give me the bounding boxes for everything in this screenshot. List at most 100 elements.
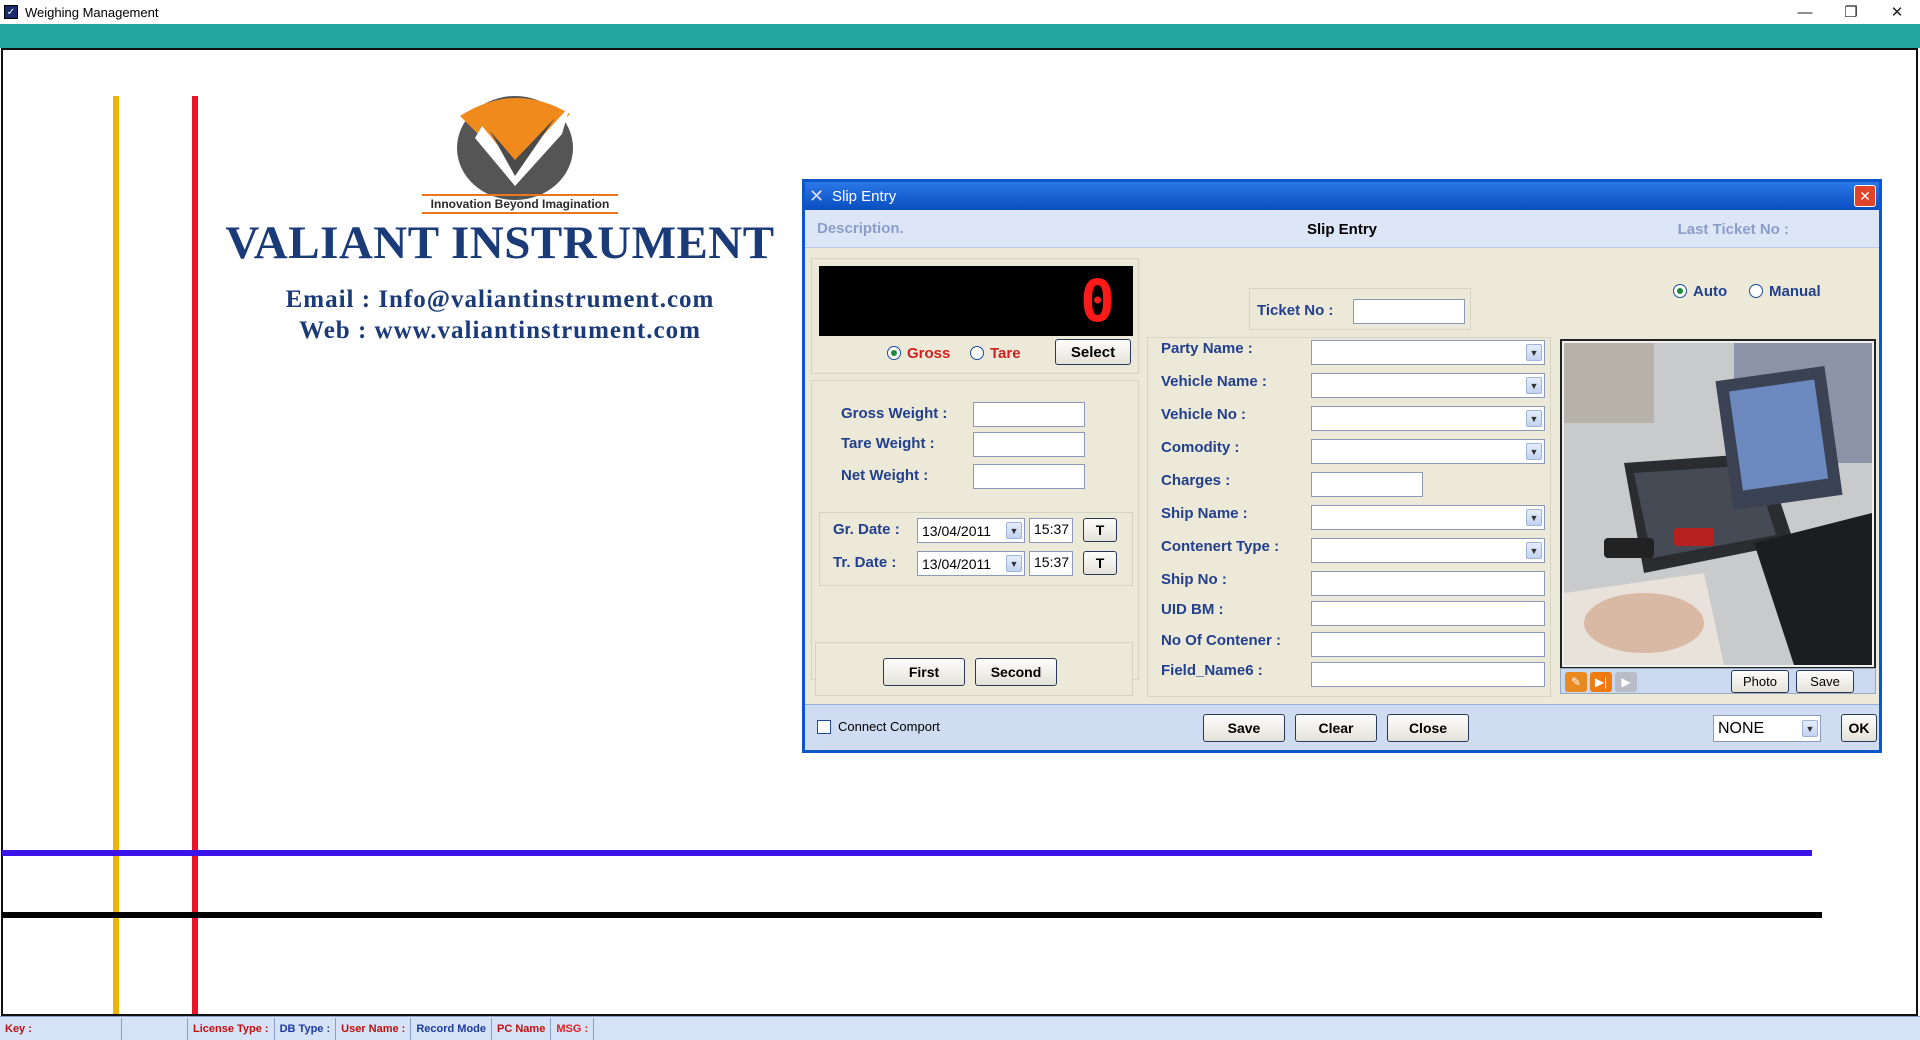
window-controls: — ❐ ✕	[1782, 0, 1920, 24]
camera-image	[1564, 343, 1872, 665]
gross-radio-label: Gross	[907, 345, 951, 362]
ship-name-label: Ship Name :	[1161, 505, 1248, 522]
ship-name-combo[interactable]: ▼	[1311, 505, 1545, 530]
manual-radio-label: Manual	[1769, 283, 1821, 300]
tr-time-input[interactable]: 15:37	[1029, 551, 1073, 576]
tr-time-set-button[interactable]: T	[1083, 551, 1117, 575]
comodity-combo[interactable]: ▼	[1311, 439, 1545, 464]
dialog-title: Slip Entry	[832, 187, 897, 205]
close-icon[interactable]: ✕	[1874, 0, 1920, 24]
net-weight-label: Net Weight :	[841, 467, 929, 484]
status-bar: Key : License Type : DB Type : User Name…	[0, 1016, 1920, 1040]
gr-date-picker[interactable]: 13/04/2011 ▼	[917, 518, 1025, 543]
gross-weight-label: Gross Weight :	[841, 405, 948, 422]
red-line	[192, 96, 198, 1014]
tare-radio[interactable]	[970, 346, 984, 360]
save-button[interactable]: Save	[1203, 714, 1285, 742]
dialog-header: Description. Slip Entry Last Ticket No :	[805, 210, 1879, 248]
print-option-value: NONE	[1718, 720, 1765, 737]
vehicle-no-label: Vehicle No :	[1161, 406, 1247, 423]
auto-radio-label: Auto	[1693, 283, 1728, 300]
chevron-down-icon: ▼	[1526, 344, 1542, 361]
minimize-icon[interactable]: —	[1782, 0, 1828, 24]
vehicle-no-combo[interactable]: ▼	[1311, 406, 1545, 431]
status-record-mode: Record Mode	[411, 1017, 493, 1040]
status-db-type: DB Type :	[275, 1017, 337, 1040]
uid-bm-input[interactable]	[1311, 601, 1545, 626]
chevron-down-icon: ▼	[1526, 377, 1542, 394]
close-button[interactable]: Close	[1387, 714, 1469, 742]
tare-weight-input[interactable]	[973, 432, 1085, 457]
tare-radio-label: Tare	[990, 345, 1021, 362]
gross-weight-input[interactable]	[973, 402, 1085, 427]
chevron-down-icon: ▼	[1006, 522, 1022, 539]
restore-icon[interactable]: ❐	[1828, 0, 1874, 24]
photo-button[interactable]: Photo	[1731, 670, 1789, 693]
chevron-down-icon: ▼	[1526, 509, 1542, 526]
gr-date-value: 13/04/2011	[922, 523, 992, 539]
app-window: ✓ Weighing Management — ❐ ✕ Innovation B…	[0, 0, 1920, 1040]
tagline: Innovation Beyond Imagination	[422, 194, 618, 214]
dialog-footer: Connect Comport Save Clear Close NONE ▼ …	[805, 704, 1879, 750]
charges-label: Charges :	[1161, 472, 1231, 489]
contenert-type-combo[interactable]: ▼	[1311, 538, 1545, 563]
auto-radio[interactable]	[1673, 284, 1687, 298]
charges-input[interactable]	[1311, 472, 1423, 497]
connect-comport-checkbox[interactable]	[817, 720, 831, 734]
tr-date-picker[interactable]: 13/04/2011 ▼	[917, 551, 1025, 576]
app-icon: ✓	[4, 5, 18, 19]
contact-web: Web : www.valiantinstrument.com	[299, 317, 701, 344]
net-weight-input[interactable]	[973, 464, 1085, 489]
second-weigh-button[interactable]: Second	[975, 658, 1057, 686]
close-icon: ✕	[1859, 187, 1871, 204]
chevron-down-icon: ▼	[1802, 720, 1818, 737]
ship-no-input[interactable]	[1311, 571, 1545, 596]
gr-time-set-button[interactable]: T	[1083, 518, 1117, 542]
gr-time-input[interactable]: 15:37	[1029, 518, 1073, 543]
vehicle-name-label: Vehicle Name :	[1161, 373, 1267, 390]
next-icon[interactable]: ▶|	[1590, 672, 1612, 692]
ok-button[interactable]: OK	[1841, 714, 1877, 742]
tare-weight-label: Tare Weight :	[841, 435, 935, 452]
dialog-title-bar: ✕ Slip Entry ✕	[805, 182, 1879, 210]
connect-comport-label: Connect Comport	[838, 719, 940, 734]
window-title: Weighing Management	[25, 4, 159, 20]
vehicle-name-combo[interactable]: ▼	[1311, 373, 1545, 398]
status-key: Key :	[0, 1017, 122, 1040]
party-name-combo[interactable]: ▼	[1311, 340, 1545, 365]
print-option-combo[interactable]: NONE ▼	[1713, 715, 1821, 742]
status-user-name: User Name :	[336, 1017, 412, 1040]
ticket-no-input[interactable]	[1353, 299, 1465, 324]
dialog-icon: ✕	[809, 185, 825, 206]
no-of-contener-input[interactable]	[1311, 632, 1545, 657]
camera-preview	[1560, 339, 1876, 669]
status-spacer	[122, 1017, 188, 1040]
company-name: VALIANT INSTRUMENT	[225, 217, 775, 269]
menu-strip	[0, 24, 1920, 48]
no-of-contener-label: No Of Contener :	[1161, 632, 1281, 649]
first-weigh-button[interactable]: First	[883, 658, 965, 686]
gr-date-label: Gr. Date :	[833, 521, 900, 538]
dialog-close-button[interactable]: ✕	[1854, 185, 1876, 207]
weight-display-value: 0	[1080, 267, 1115, 335]
tr-date-value: 13/04/2011	[922, 556, 992, 572]
ticket-no-label: Ticket No :	[1257, 302, 1334, 319]
yellow-line	[113, 96, 119, 1014]
wrench-icon[interactable]: ✎	[1565, 672, 1587, 692]
status-pc-name: PC Name	[492, 1017, 552, 1040]
manual-radio[interactable]	[1749, 284, 1763, 298]
contact-email: Email : Info@valiantinstrument.com	[285, 286, 715, 313]
comodity-label: Comodity :	[1161, 439, 1240, 456]
camera-save-button[interactable]: Save	[1796, 670, 1854, 693]
play-icon[interactable]: ▶	[1615, 672, 1637, 692]
field-name6-input[interactable]	[1311, 662, 1545, 687]
field-name6-label: Field_Name6 :	[1161, 662, 1263, 679]
clear-button[interactable]: Clear	[1295, 714, 1377, 742]
blue-line	[2, 850, 1812, 856]
gross-radio[interactable]	[887, 346, 901, 360]
camera-toolbar: ✎ ▶| ▶ Photo Save	[1560, 668, 1876, 694]
party-name-label: Party Name :	[1161, 340, 1253, 357]
status-msg: MSG :	[551, 1017, 595, 1040]
black-line	[2, 912, 1822, 918]
select-button[interactable]: Select	[1055, 339, 1131, 365]
